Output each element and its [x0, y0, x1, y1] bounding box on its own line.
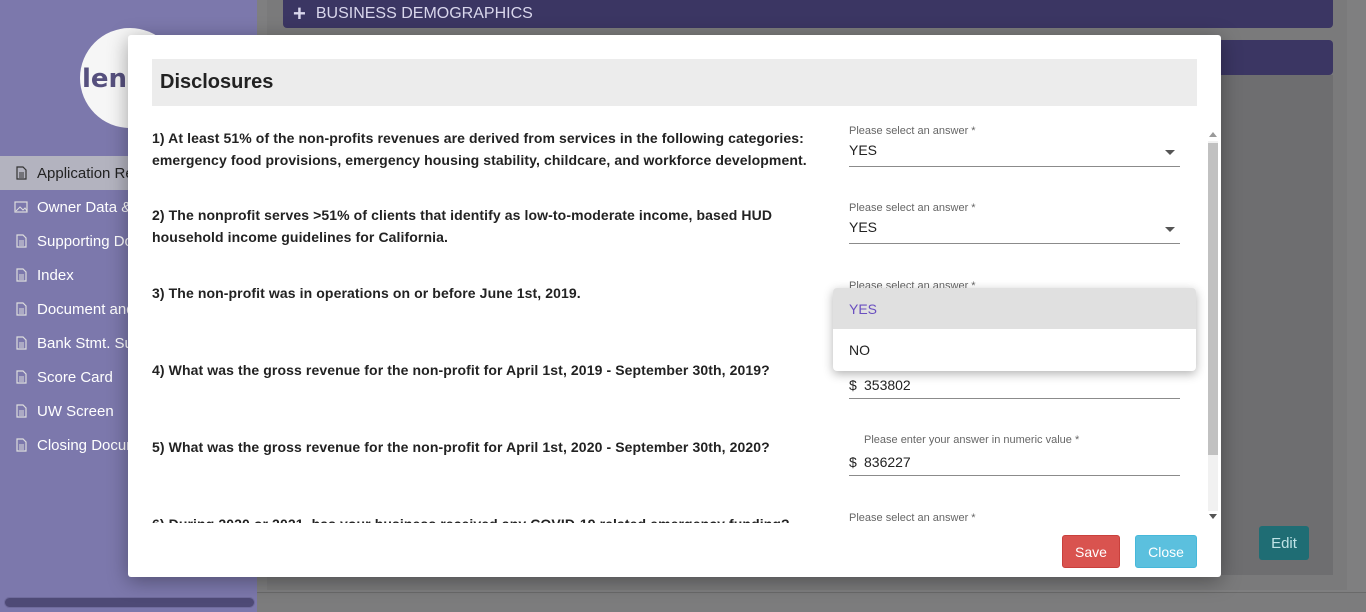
save-button[interactable]: Save: [1062, 535, 1120, 568]
currency-symbol: $: [849, 454, 857, 470]
answer-5-input[interactable]: Please enter your answer in numeric valu…: [849, 434, 1180, 476]
sidebar-item-label: Bank Stmt. Su: [37, 334, 133, 352]
question-4: 4) What was the gross revenue for the no…: [152, 362, 770, 378]
sidebar-item-label: UW Screen: [37, 402, 114, 420]
answer-6-label: Please select an answer *: [849, 512, 976, 523]
modal-header: Disclosures: [152, 59, 1197, 106]
answer-6-select[interactable]: Please select an answer *: [849, 512, 1180, 523]
sidebar-item-label: Document and: [37, 300, 135, 318]
document-icon: [16, 268, 27, 282]
scroll-down-arrow-icon[interactable]: [1209, 514, 1217, 519]
business-demographics-label: BUSINESS DEMOGRAPHICS: [315, 5, 533, 22]
close-button[interactable]: Close: [1135, 535, 1197, 568]
sidebar-item-label: Owner Data &: [37, 198, 132, 216]
answer-5-label: Please enter your answer in numeric valu…: [864, 434, 1080, 446]
answer-1-label: Please select an answer *: [849, 125, 976, 137]
sidebar-item-label: Application Re: [37, 164, 134, 182]
document-icon: [16, 302, 27, 316]
modal-scrollbar[interactable]: [1206, 129, 1220, 523]
plus-icon: +: [293, 1, 306, 26]
question-6: 6) During 2020 or 2021, has your busines…: [152, 513, 812, 523]
answer-5-value: 836227: [864, 454, 911, 470]
question-1: 1) At least 51% of the non-profits reven…: [152, 130, 807, 168]
answer-4-value: 353802: [864, 377, 911, 393]
scroll-up-arrow-icon[interactable]: [1209, 132, 1217, 137]
modal-title: Disclosures: [160, 71, 274, 93]
answer-2-underline: [849, 243, 1180, 244]
answer-2-value: YES: [849, 219, 878, 235]
bottom-strip: [257, 592, 1366, 612]
sidebar-item-label: Supporting Doc: [37, 232, 141, 250]
answer-5-underline: [849, 475, 1180, 476]
answer-1-select[interactable]: Please select an answer * YES: [849, 125, 1180, 167]
option-no[interactable]: NO: [833, 329, 1196, 370]
document-icon: [16, 404, 27, 418]
answer-2-select[interactable]: Please select an answer * YES: [849, 202, 1180, 244]
sidebar-item-label: Closing Docum: [37, 436, 139, 454]
edit-button[interactable]: Edit: [1259, 526, 1309, 560]
option-yes[interactable]: YES: [833, 288, 1196, 329]
sidebar-item-label: Score Card: [37, 368, 113, 386]
answer-1-value: YES: [849, 142, 878, 158]
currency-symbol: $: [849, 377, 857, 393]
sidebar-scrollbar[interactable]: [4, 597, 255, 608]
answer-1-underline: [849, 166, 1180, 167]
document-icon: [16, 438, 27, 452]
answer-2-label: Please select an answer *: [849, 202, 976, 214]
answer-3-dropdown-menu: YES NO: [833, 288, 1196, 371]
business-demographics-bar[interactable]: + BUSINESS DEMOGRAPHICS: [283, 0, 1333, 28]
chevron-down-icon: [1165, 227, 1175, 232]
sidebar-item-label: Index: [37, 266, 74, 284]
question-3: 3) The non-profit was in operations on o…: [152, 285, 581, 301]
answer-4-underline: [849, 398, 1180, 399]
document-icon: [16, 370, 27, 384]
document-icon: [16, 336, 27, 350]
question-5: 5) What was the gross revenue for the no…: [152, 439, 770, 455]
image-icon: [14, 201, 28, 213]
question-2: 2) The nonprofit serves >51% of clients …: [152, 207, 773, 245]
scrollbar-thumb[interactable]: [1208, 143, 1218, 455]
chevron-down-icon: [1165, 150, 1175, 155]
document-icon: [16, 166, 27, 180]
document-icon: [16, 234, 27, 248]
